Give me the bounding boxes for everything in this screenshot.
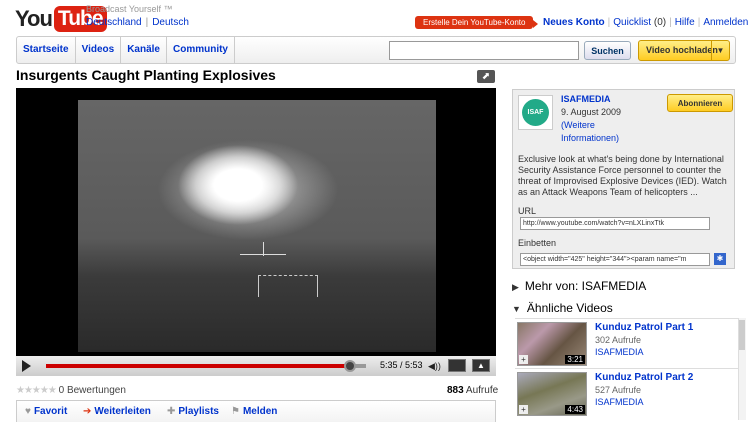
embed-field[interactable]: <object width="425" height="344"><param … — [520, 253, 710, 266]
gear-icon[interactable]: ✱ — [714, 253, 726, 265]
plus-icon: ✚ — [167, 406, 176, 417]
video-player[interactable]: 5:35 / 5:53 ◀)) ▲ — [16, 88, 496, 376]
video-thumbnail[interactable]: + 3:21 — [517, 322, 587, 366]
ratings-count: 0 Bewertungen — [58, 385, 126, 396]
volume-icon[interactable]: ◀)) — [428, 361, 441, 372]
tab-community[interactable]: Community — [167, 37, 235, 63]
view-count: 883 Aufrufe — [447, 385, 498, 396]
star-rating-icon[interactable]: ★★★★★ — [16, 385, 57, 396]
quicklist-link[interactable]: Quicklist — [613, 17, 651, 28]
time-display: 5:35 / 5:53 — [380, 360, 423, 370]
header: You Tube Broadcast Yourself ™ Deutschlan… — [0, 0, 750, 36]
upload-button[interactable]: Video hochladen ▼ — [638, 40, 730, 61]
heart-icon: ♥ — [25, 406, 31, 417]
duration-badge: 3:21 — [565, 355, 585, 364]
similar-label: Ähnliche Videos — [526, 301, 613, 315]
tagline: Broadcast Yourself ™ — [86, 4, 173, 14]
tab-home[interactable]: Startseite — [17, 37, 76, 63]
video-thumbnail[interactable]: + 4:43 — [517, 372, 587, 416]
duration-badge: 4:43 — [565, 405, 585, 414]
logo-you: You — [15, 6, 53, 31]
expand-icon[interactable]: ⬈ — [477, 70, 495, 83]
top-links: Neues Konto | Quicklist (0) | Hilfe | Anmelden — [543, 17, 748, 28]
more-from-label: Mehr von: ISAFMEDIA — [524, 279, 647, 293]
progress-bar[interactable] — [46, 360, 366, 372]
play-icon[interactable] — [22, 360, 31, 372]
views-number: 883 — [447, 385, 464, 396]
avatar[interactable]: ISAF — [518, 95, 553, 130]
related-title[interactable]: Kunduz Patrol Part 1 — [595, 322, 693, 333]
crosshair-overlay — [228, 230, 298, 260]
favorite-button[interactable]: ♥ Favorit — [25, 406, 67, 417]
related-channel[interactable]: ISAFMEDIA — [595, 347, 644, 357]
separator: | — [145, 17, 149, 28]
add-icon[interactable]: + — [519, 405, 528, 414]
related-video-item[interactable]: + 3:21 Kunduz Patrol Part 1 302 Aufrufe … — [515, 318, 738, 366]
separator: | — [669, 17, 672, 28]
views-label: Aufrufe — [465, 385, 499, 396]
new-account-link[interactable]: Neues Konto — [543, 17, 605, 28]
login-link[interactable]: Anmelden — [703, 17, 748, 28]
quicklist-count: (0) — [653, 17, 667, 28]
crosshair-vertical — [263, 242, 264, 256]
tab-channels[interactable]: Kanäle — [121, 37, 167, 63]
separator: | — [697, 17, 701, 28]
action-bar: ♥ Favorit ➔ Weiterleiten ✚ Playlists ⚑ Melde… — [16, 400, 496, 422]
playlists-label: Playlists — [178, 406, 219, 417]
progress-played — [46, 364, 350, 368]
arrow-right-icon: ➔ — [83, 406, 92, 417]
share-label: Weiterleiten — [94, 406, 151, 417]
related-title[interactable]: Kunduz Patrol Part 2 — [595, 372, 693, 383]
related-views: 527 Aufrufe — [595, 385, 642, 395]
report-label: Melden — [242, 406, 278, 417]
country-link[interactable]: Deutschland — [86, 17, 142, 28]
progress-handle[interactable] — [344, 360, 356, 372]
separator: | — [607, 17, 611, 28]
favorite-label: Favorit — [33, 406, 68, 417]
triangle-right-icon: ▶ — [512, 282, 519, 292]
rating-row: ★★★★★ 0 Bewertungen — [16, 385, 126, 396]
flag-icon: ⚑ — [231, 406, 240, 417]
search-input[interactable] — [389, 41, 579, 60]
related-channel[interactable]: ISAFMEDIA — [595, 397, 644, 407]
nav-bar: Startseite Videos Kanäle Community Suche… — [16, 36, 736, 64]
url-field[interactable]: http://www.youtube.com/watch?v=nLXLinxTt… — [520, 217, 710, 230]
related-views: 302 Aufrufe — [595, 335, 642, 345]
more-info-link[interactable]: (Weitere Informationen) — [561, 119, 621, 145]
player-controls: 5:35 / 5:53 ◀)) ▲ — [16, 356, 496, 376]
resize-icon[interactable] — [448, 359, 466, 372]
tab-videos[interactable]: Videos — [76, 37, 122, 63]
more-from-section[interactable]: ▶ Mehr von: ISAFMEDIA — [512, 279, 646, 293]
upload-date: 9. August 2009 — [561, 107, 622, 117]
fullscreen-icon[interactable]: ▲ — [472, 359, 490, 372]
video-description: Exclusive look at what's being done by I… — [518, 154, 727, 197]
subscribe-button[interactable]: Abonnieren — [667, 94, 733, 112]
channel-info-box: ISAF ISAFMEDIA 9. August 2009 (Weitere I… — [512, 89, 735, 269]
target-reticle — [258, 275, 318, 297]
similar-videos-section[interactable]: ▼ Ähnliche Videos — [512, 301, 613, 315]
add-icon[interactable]: + — [519, 355, 528, 364]
triangle-down-icon: ▼ — [512, 304, 521, 314]
channel-name[interactable]: ISAFMEDIA — [561, 94, 611, 104]
chevron-down-icon[interactable]: ▼ — [711, 41, 729, 60]
report-button[interactable]: ⚑ Melden — [231, 406, 277, 417]
playlists-button[interactable]: ✚ Playlists — [167, 406, 219, 417]
video-title: Insurgents Caught Planting Explosives — [16, 67, 276, 83]
help-link[interactable]: Hilfe — [675, 17, 695, 28]
isaf-logo: ISAF — [522, 99, 549, 126]
region-selector: Deutschland | Deutsch — [86, 17, 189, 28]
upload-label: Video hochladen — [646, 45, 718, 55]
embed-label: Einbetten — [518, 238, 557, 248]
nav-tabs: Startseite Videos Kanäle Community — [17, 37, 235, 63]
create-account-callout[interactable]: Erstelle Dein YouTube-Konto — [415, 16, 539, 29]
share-button[interactable]: ➔ Weiterleiten — [83, 406, 151, 417]
scrollbar-thumb[interactable] — [739, 320, 745, 350]
related-video-item[interactable]: + 4:43 Kunduz Patrol Part 2 527 Aufrufe … — [515, 368, 738, 416]
url-label: URL — [518, 206, 537, 216]
video-frame[interactable] — [78, 100, 436, 352]
language-link[interactable]: Deutsch — [152, 17, 189, 28]
search-button[interactable]: Suchen — [584, 41, 631, 60]
